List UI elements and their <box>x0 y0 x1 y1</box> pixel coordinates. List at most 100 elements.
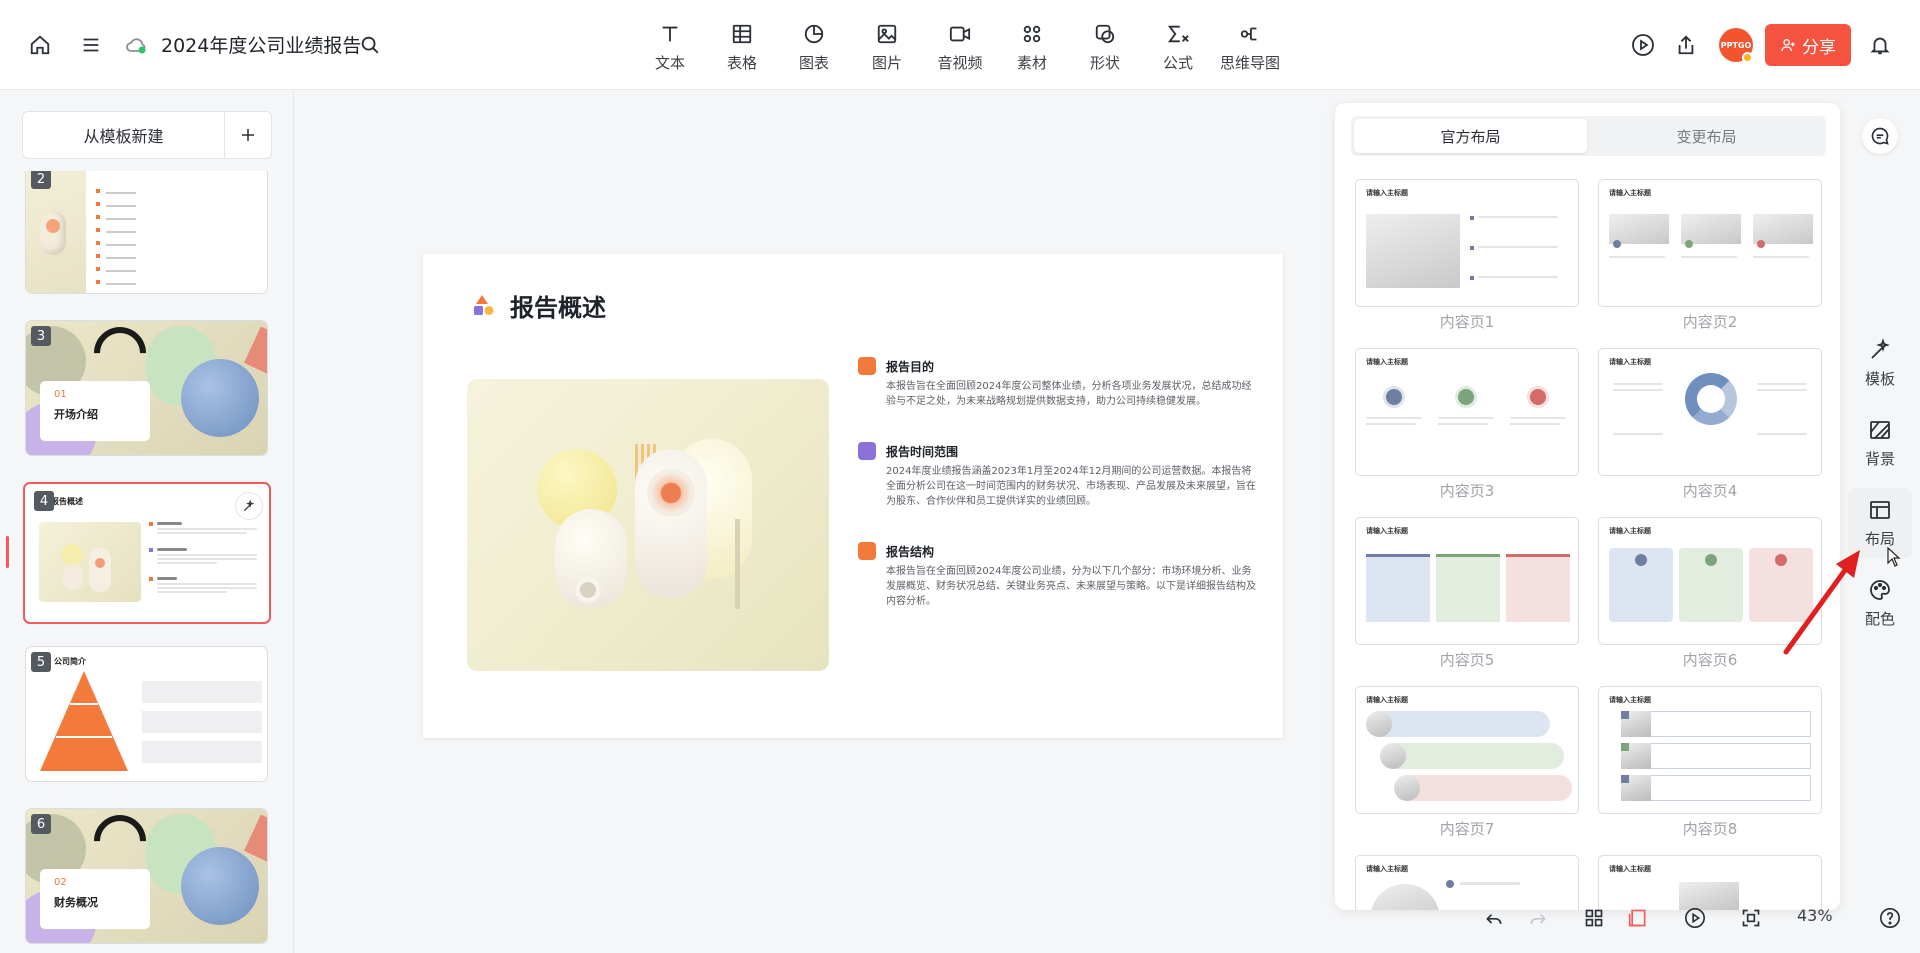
home-icon[interactable] <box>25 30 55 60</box>
layout-label: 内容页1 <box>1439 313 1495 331</box>
megaphone-icon <box>858 357 876 375</box>
menu-icon[interactable] <box>76 30 106 60</box>
play-slideshow-icon[interactable] <box>1680 903 1710 933</box>
layout-card-2[interactable]: 请输入主标题 <box>1598 179 1822 307</box>
slide-thumbnail-3[interactable]: 3 01 开场介绍 <box>25 320 268 456</box>
slide-thumbnail-2[interactable]: 2 <box>25 171 268 294</box>
section-title[interactable]: 报告时间范围 <box>886 443 958 460</box>
layout-mini-title: 请输入主标题 <box>1609 696 1651 704</box>
chapter-number: 02 <box>54 877 67 888</box>
slide-thumb-title: 报告概述 <box>51 497 83 506</box>
layout-card-1[interactable]: 请输入主标题 <box>1355 179 1579 307</box>
chapter-card: 01 开场介绍 <box>40 381 150 441</box>
cursor-icon <box>1887 547 1901 567</box>
layout-card-3[interactable]: 请输入主标题 <box>1355 348 1579 476</box>
redo-icon[interactable] <box>1523 903 1553 933</box>
layout-card-8[interactable]: 请输入主标题 <box>1598 686 1822 814</box>
mindmap-icon <box>1236 20 1264 48</box>
rail-label: 布局 <box>1864 529 1895 548</box>
magic-layout-icon[interactable] <box>235 492 263 520</box>
section-title[interactable]: 报告目的 <box>886 358 934 375</box>
layout-mini-title: 请输入主标题 <box>1609 527 1651 535</box>
slide-view-icon[interactable] <box>1623 903 1653 933</box>
share-button[interactable]: 分享 <box>1765 24 1851 66</box>
document-title[interactable]: 2024年度公司业绩报告 <box>161 31 361 58</box>
active-slide-indicator <box>6 536 9 568</box>
export-icon[interactable] <box>1671 30 1701 60</box>
layout-tabs: 官方布局 变更布局 <box>1351 116 1826 156</box>
tool-label: 思维导图 <box>1219 54 1280 72</box>
table-icon <box>728 20 756 48</box>
tool-image[interactable]: 图片 <box>856 20 918 74</box>
section-body[interactable]: 2024年度业绩报告涵盖2023年1月至2024年12月期间的公司运营数据。本报… <box>886 464 1258 509</box>
tool-shape[interactable]: 形状 <box>1074 20 1136 74</box>
add-slide-button[interactable] <box>225 112 271 158</box>
chapter-card: 02 财务概况 <box>40 869 150 929</box>
layout-card-7[interactable]: 请输入主标题 <box>1355 686 1579 814</box>
layout-card-4[interactable]: 请输入主标题 <box>1598 348 1822 476</box>
layout-label: 内容页5 <box>1439 651 1495 669</box>
shape-icon <box>1091 20 1119 48</box>
tool-label: 图表 <box>798 54 829 72</box>
tool-table[interactable]: 表格 <box>711 20 773 74</box>
slide-thumbnail-panel: 从模板新建 2 3 01 开场介绍 4 报告概述 5 公司简介 6 02 财务概… <box>0 91 294 953</box>
background-icon <box>1870 420 1890 439</box>
plus-icon <box>242 129 254 141</box>
slide-number: 2 <box>31 171 51 189</box>
tool-chart[interactable]: 图表 <box>783 20 845 74</box>
layout-mini-title: 请输入主标题 <box>1366 865 1408 873</box>
section-body[interactable]: 本报告旨在全面回顾2024年度公司整体业绩，分析各项业务发展状况，总结成功经验与… <box>886 379 1258 409</box>
slide-image[interactable] <box>467 379 829 671</box>
slide-number: 4 <box>34 491 54 511</box>
layout-mini-title: 请输入主标题 <box>1366 189 1408 197</box>
tool-material[interactable]: 素材 <box>1001 20 1063 74</box>
slide-canvas[interactable]: 报告概述 报告目的 本报告旨在全面回顾2024年度公司整体业绩，分析各项业务发展… <box>423 254 1283 738</box>
rail-item-template[interactable]: 模板 <box>1848 328 1912 398</box>
annotation-arrow-icon <box>1783 550 1860 655</box>
slide-thumbnail-4[interactable]: 4 报告概述 <box>23 482 271 624</box>
shapes-logo-icon <box>473 294 495 316</box>
rail-label: 模板 <box>1864 369 1895 388</box>
bell-icon[interactable] <box>1865 30 1895 60</box>
formula-icon <box>1164 20 1192 48</box>
slide-image <box>39 522 141 602</box>
image-icon <box>873 20 901 48</box>
tool-text[interactable]: 文本 <box>639 20 701 74</box>
grid-view-icon[interactable] <box>1579 903 1609 933</box>
play-icon[interactable] <box>1628 30 1658 60</box>
new-from-template-button[interactable]: 从模板新建 <box>23 112 225 158</box>
layout-mini-title: 请输入主标题 <box>1366 527 1408 535</box>
layout-label: 内容页8 <box>1682 820 1738 838</box>
slide-thumbnail-6[interactable]: 6 02 财务概况 <box>25 808 268 944</box>
slide-thumbnail-5[interactable]: 5 公司简介 <box>25 646 268 782</box>
tool-formula[interactable]: 公式 <box>1147 20 1209 74</box>
tab-official-layout[interactable]: 官方布局 <box>1354 119 1587 153</box>
fit-screen-icon[interactable] <box>1736 903 1766 933</box>
layout-card-10[interactable]: 请输入主标题 <box>1598 855 1822 910</box>
tool-video[interactable]: 音视频 <box>929 20 991 74</box>
new-from-template: 从模板新建 <box>22 111 272 159</box>
undo-icon[interactable] <box>1479 903 1509 933</box>
tab-change-layout[interactable]: 变更布局 <box>1590 119 1823 153</box>
video-icon <box>946 20 974 48</box>
rail-item-background[interactable]: 背景 <box>1848 408 1912 478</box>
section-body[interactable]: 本报告旨在全面回顾2024年度公司业绩，分为以下几个部分：市场环境分析、业务发展… <box>886 564 1258 609</box>
tool-mindmap[interactable]: 思维导图 <box>1219 20 1281 74</box>
layout-mini-title: 请输入主标题 <box>1609 865 1651 873</box>
slide-title[interactable]: 报告概述 <box>510 288 606 323</box>
section-title[interactable]: 报告结构 <box>886 543 934 560</box>
layout-mini-title: 请输入主标题 <box>1366 696 1408 704</box>
material-icon <box>1018 20 1046 48</box>
slide-image <box>26 171 86 293</box>
folder-icon <box>858 542 876 560</box>
help-icon[interactable] <box>1875 903 1905 933</box>
palette-icon <box>1870 579 1890 600</box>
cloud-sync-icon <box>122 30 152 60</box>
layout-card-5[interactable]: 请输入主标题 <box>1355 517 1579 645</box>
layout-label: 内容页2 <box>1682 313 1738 331</box>
layout-card-9[interactable]: 请输入主标题 <box>1355 855 1579 910</box>
zoom-level[interactable]: 43% <box>1797 906 1833 925</box>
layout-icon <box>1870 500 1890 519</box>
avatar-status-badge <box>1742 52 1753 63</box>
search-icon[interactable] <box>355 30 385 60</box>
